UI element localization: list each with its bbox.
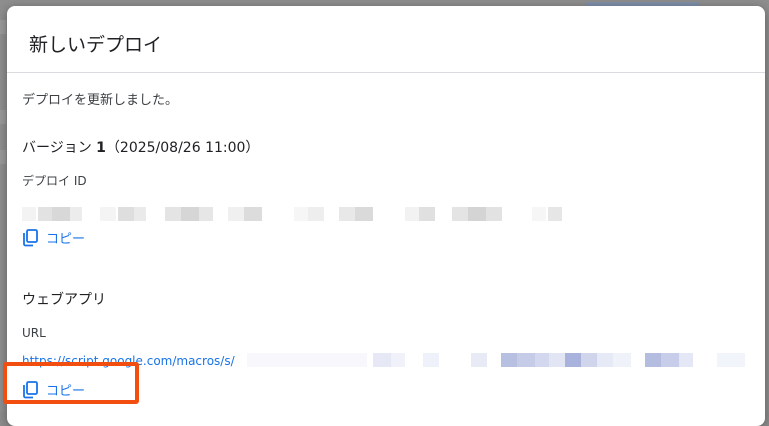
web-app-heading: ウェブアプリ xyxy=(22,292,106,308)
version-heading: バージョン 1（2025/08/26 11:00） xyxy=(22,137,259,157)
web-app-url-redacted xyxy=(247,353,747,367)
version-number: 1 xyxy=(96,140,106,156)
copy-icon xyxy=(23,228,38,246)
copy-deploy-id-button[interactable]: コピー xyxy=(22,228,85,247)
dialog-title: 新しいデプロイ xyxy=(29,34,163,56)
background-edge xyxy=(0,110,6,124)
background-edge xyxy=(0,150,6,164)
deploy-id-label: デプロイ ID xyxy=(22,174,87,188)
version-timestamp: （2025/08/26 11:00） xyxy=(105,140,260,156)
status-message: デプロイを更新しました。 xyxy=(22,93,179,108)
deploy-id-value-redacted xyxy=(22,207,562,221)
url-label: URL xyxy=(22,326,46,340)
background-edge xyxy=(0,20,6,34)
copy-deploy-id-label: コピー xyxy=(46,232,86,247)
title-divider xyxy=(7,72,765,73)
copy-url-highlight xyxy=(3,362,139,404)
version-prefix: バージョン xyxy=(22,140,97,156)
